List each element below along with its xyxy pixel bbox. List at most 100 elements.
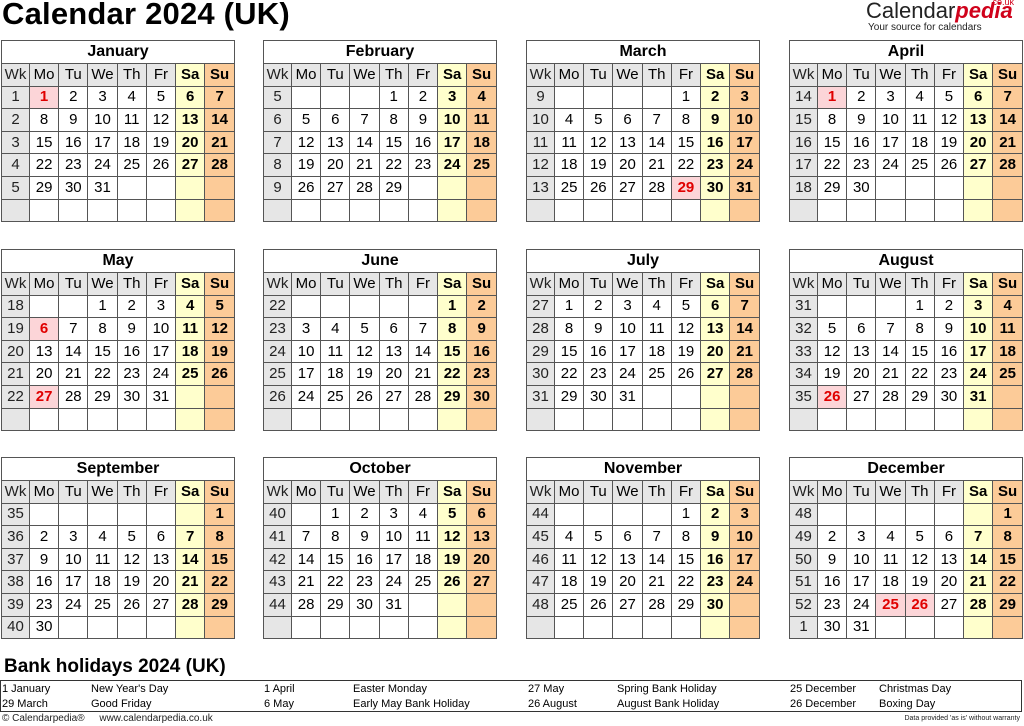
day-cell[interactable]: 1: [28, 85, 60, 110]
day-cell[interactable]: 9: [700, 525, 731, 549]
day-cell[interactable]: 18: [407, 547, 439, 572]
day-cell[interactable]: 17: [963, 339, 994, 364]
day-cell[interactable]: 24: [729, 570, 759, 594]
day-cell[interactable]: 10: [963, 317, 994, 341]
day-cell[interactable]: 23: [466, 362, 496, 386]
day-cell[interactable]: 3: [729, 502, 759, 527]
day-cell[interactable]: 29: [204, 592, 234, 617]
day-cell[interactable]: 25: [553, 175, 585, 200]
day-cell[interactable]: 26: [583, 175, 614, 200]
day-cell[interactable]: 27: [612, 592, 643, 617]
day-cell[interactable]: 22: [87, 362, 118, 386]
day-cell[interactable]: 20: [320, 153, 351, 177]
day-cell[interactable]: 7: [407, 317, 439, 341]
day-cell[interactable]: 7: [641, 108, 672, 132]
day-cell[interactable]: 3: [87, 85, 118, 110]
day-cell[interactable]: 11: [553, 547, 585, 572]
day-cell[interactable]: 4: [904, 85, 935, 110]
day-cell[interactable]: 27: [378, 384, 409, 409]
day-cell[interactable]: 28: [729, 362, 759, 386]
day-cell[interactable]: 4: [407, 502, 439, 527]
day-cell[interactable]: 13: [612, 130, 643, 155]
day-cell[interactable]: 6: [466, 502, 496, 527]
day-cell[interactable]: 24: [612, 362, 643, 386]
day-cell[interactable]: 13: [320, 130, 351, 155]
day-cell[interactable]: 26: [349, 384, 380, 409]
day-cell[interactable]: 14: [641, 547, 672, 572]
day-cell[interactable]: 14: [963, 547, 994, 572]
day-cell[interactable]: 5: [933, 85, 965, 110]
day-cell[interactable]: 1: [87, 294, 118, 319]
day-cell[interactable]: 7: [175, 525, 206, 549]
day-cell[interactable]: 27: [28, 384, 60, 409]
day-cell[interactable]: 8: [320, 525, 351, 549]
day-cell[interactable]: 18: [553, 570, 585, 594]
day-cell[interactable]: 18: [904, 130, 935, 155]
day-cell[interactable]: 30: [28, 615, 60, 639]
day-cell[interactable]: 10: [290, 339, 322, 364]
day-cell[interactable]: 7: [729, 294, 759, 319]
day-cell[interactable]: 12: [349, 339, 380, 364]
day-cell[interactable]: 18: [466, 130, 496, 155]
day-cell[interactable]: 12: [583, 547, 614, 572]
day-cell[interactable]: 4: [553, 108, 585, 132]
day-cell[interactable]: 14: [290, 547, 322, 572]
day-cell[interactable]: 28: [204, 153, 234, 177]
day-cell[interactable]: 22: [816, 153, 848, 177]
day-cell[interactable]: 13: [28, 339, 60, 364]
day-cell[interactable]: 30: [349, 592, 380, 617]
day-cell[interactable]: 6: [933, 525, 965, 549]
day-cell[interactable]: 18: [320, 362, 351, 386]
day-cell[interactable]: 29: [378, 175, 409, 200]
day-cell[interactable]: 19: [204, 339, 234, 364]
day-cell[interactable]: 7: [641, 525, 672, 549]
day-cell[interactable]: 30: [700, 592, 731, 617]
day-cell[interactable]: 13: [145, 547, 177, 572]
day-cell[interactable]: 8: [670, 525, 702, 549]
day-cell[interactable]: 28: [349, 175, 380, 200]
day-cell[interactable]: 19: [349, 362, 380, 386]
website-link[interactable]: www.calendarpedia.co.uk: [99, 713, 212, 724]
day-cell[interactable]: 13: [466, 525, 496, 549]
day-cell[interactable]: 6: [175, 85, 206, 110]
day-cell[interactable]: 22: [320, 570, 351, 594]
day-cell[interactable]: 23: [700, 570, 731, 594]
day-cell[interactable]: 20: [700, 339, 731, 364]
day-cell[interactable]: 11: [553, 130, 585, 155]
day-cell[interactable]: 23: [349, 570, 380, 594]
day-cell[interactable]: 23: [116, 362, 147, 386]
day-cell[interactable]: 22: [28, 153, 60, 177]
day-cell[interactable]: 5: [583, 108, 614, 132]
day-cell[interactable]: 21: [729, 339, 759, 364]
day-cell[interactable]: 8: [87, 317, 118, 341]
day-cell[interactable]: 7: [290, 525, 322, 549]
day-cell[interactable]: 11: [87, 547, 118, 572]
day-cell[interactable]: 13: [933, 547, 965, 572]
day-cell[interactable]: 5: [583, 525, 614, 549]
day-cell[interactable]: 31: [378, 592, 409, 617]
day-cell[interactable]: 13: [612, 547, 643, 572]
day-cell[interactable]: 3: [612, 294, 643, 319]
day-cell[interactable]: 26: [145, 153, 177, 177]
day-cell[interactable]: 16: [58, 130, 89, 155]
day-cell[interactable]: 14: [992, 108, 1022, 132]
day-cell[interactable]: 1: [816, 85, 848, 110]
day-cell[interactable]: 5: [349, 317, 380, 341]
day-cell[interactable]: 27: [963, 153, 994, 177]
day-cell[interactable]: 28: [875, 384, 906, 409]
day-cell[interactable]: 22: [553, 362, 585, 386]
day-cell[interactable]: 5: [904, 525, 935, 549]
day-cell[interactable]: 4: [875, 525, 906, 549]
day-cell[interactable]: 28: [641, 592, 672, 617]
day-cell[interactable]: 30: [700, 175, 731, 200]
day-cell[interactable]: 31: [846, 615, 877, 639]
day-cell[interactable]: 21: [992, 130, 1022, 155]
day-cell[interactable]: 24: [963, 362, 994, 386]
day-cell[interactable]: 14: [349, 130, 380, 155]
day-cell[interactable]: 24: [729, 153, 759, 177]
day-cell[interactable]: 27: [612, 175, 643, 200]
day-cell[interactable]: 26: [116, 592, 147, 617]
day-cell[interactable]: 26: [583, 592, 614, 617]
day-cell[interactable]: 6: [700, 294, 731, 319]
day-cell[interactable]: 19: [116, 570, 147, 594]
